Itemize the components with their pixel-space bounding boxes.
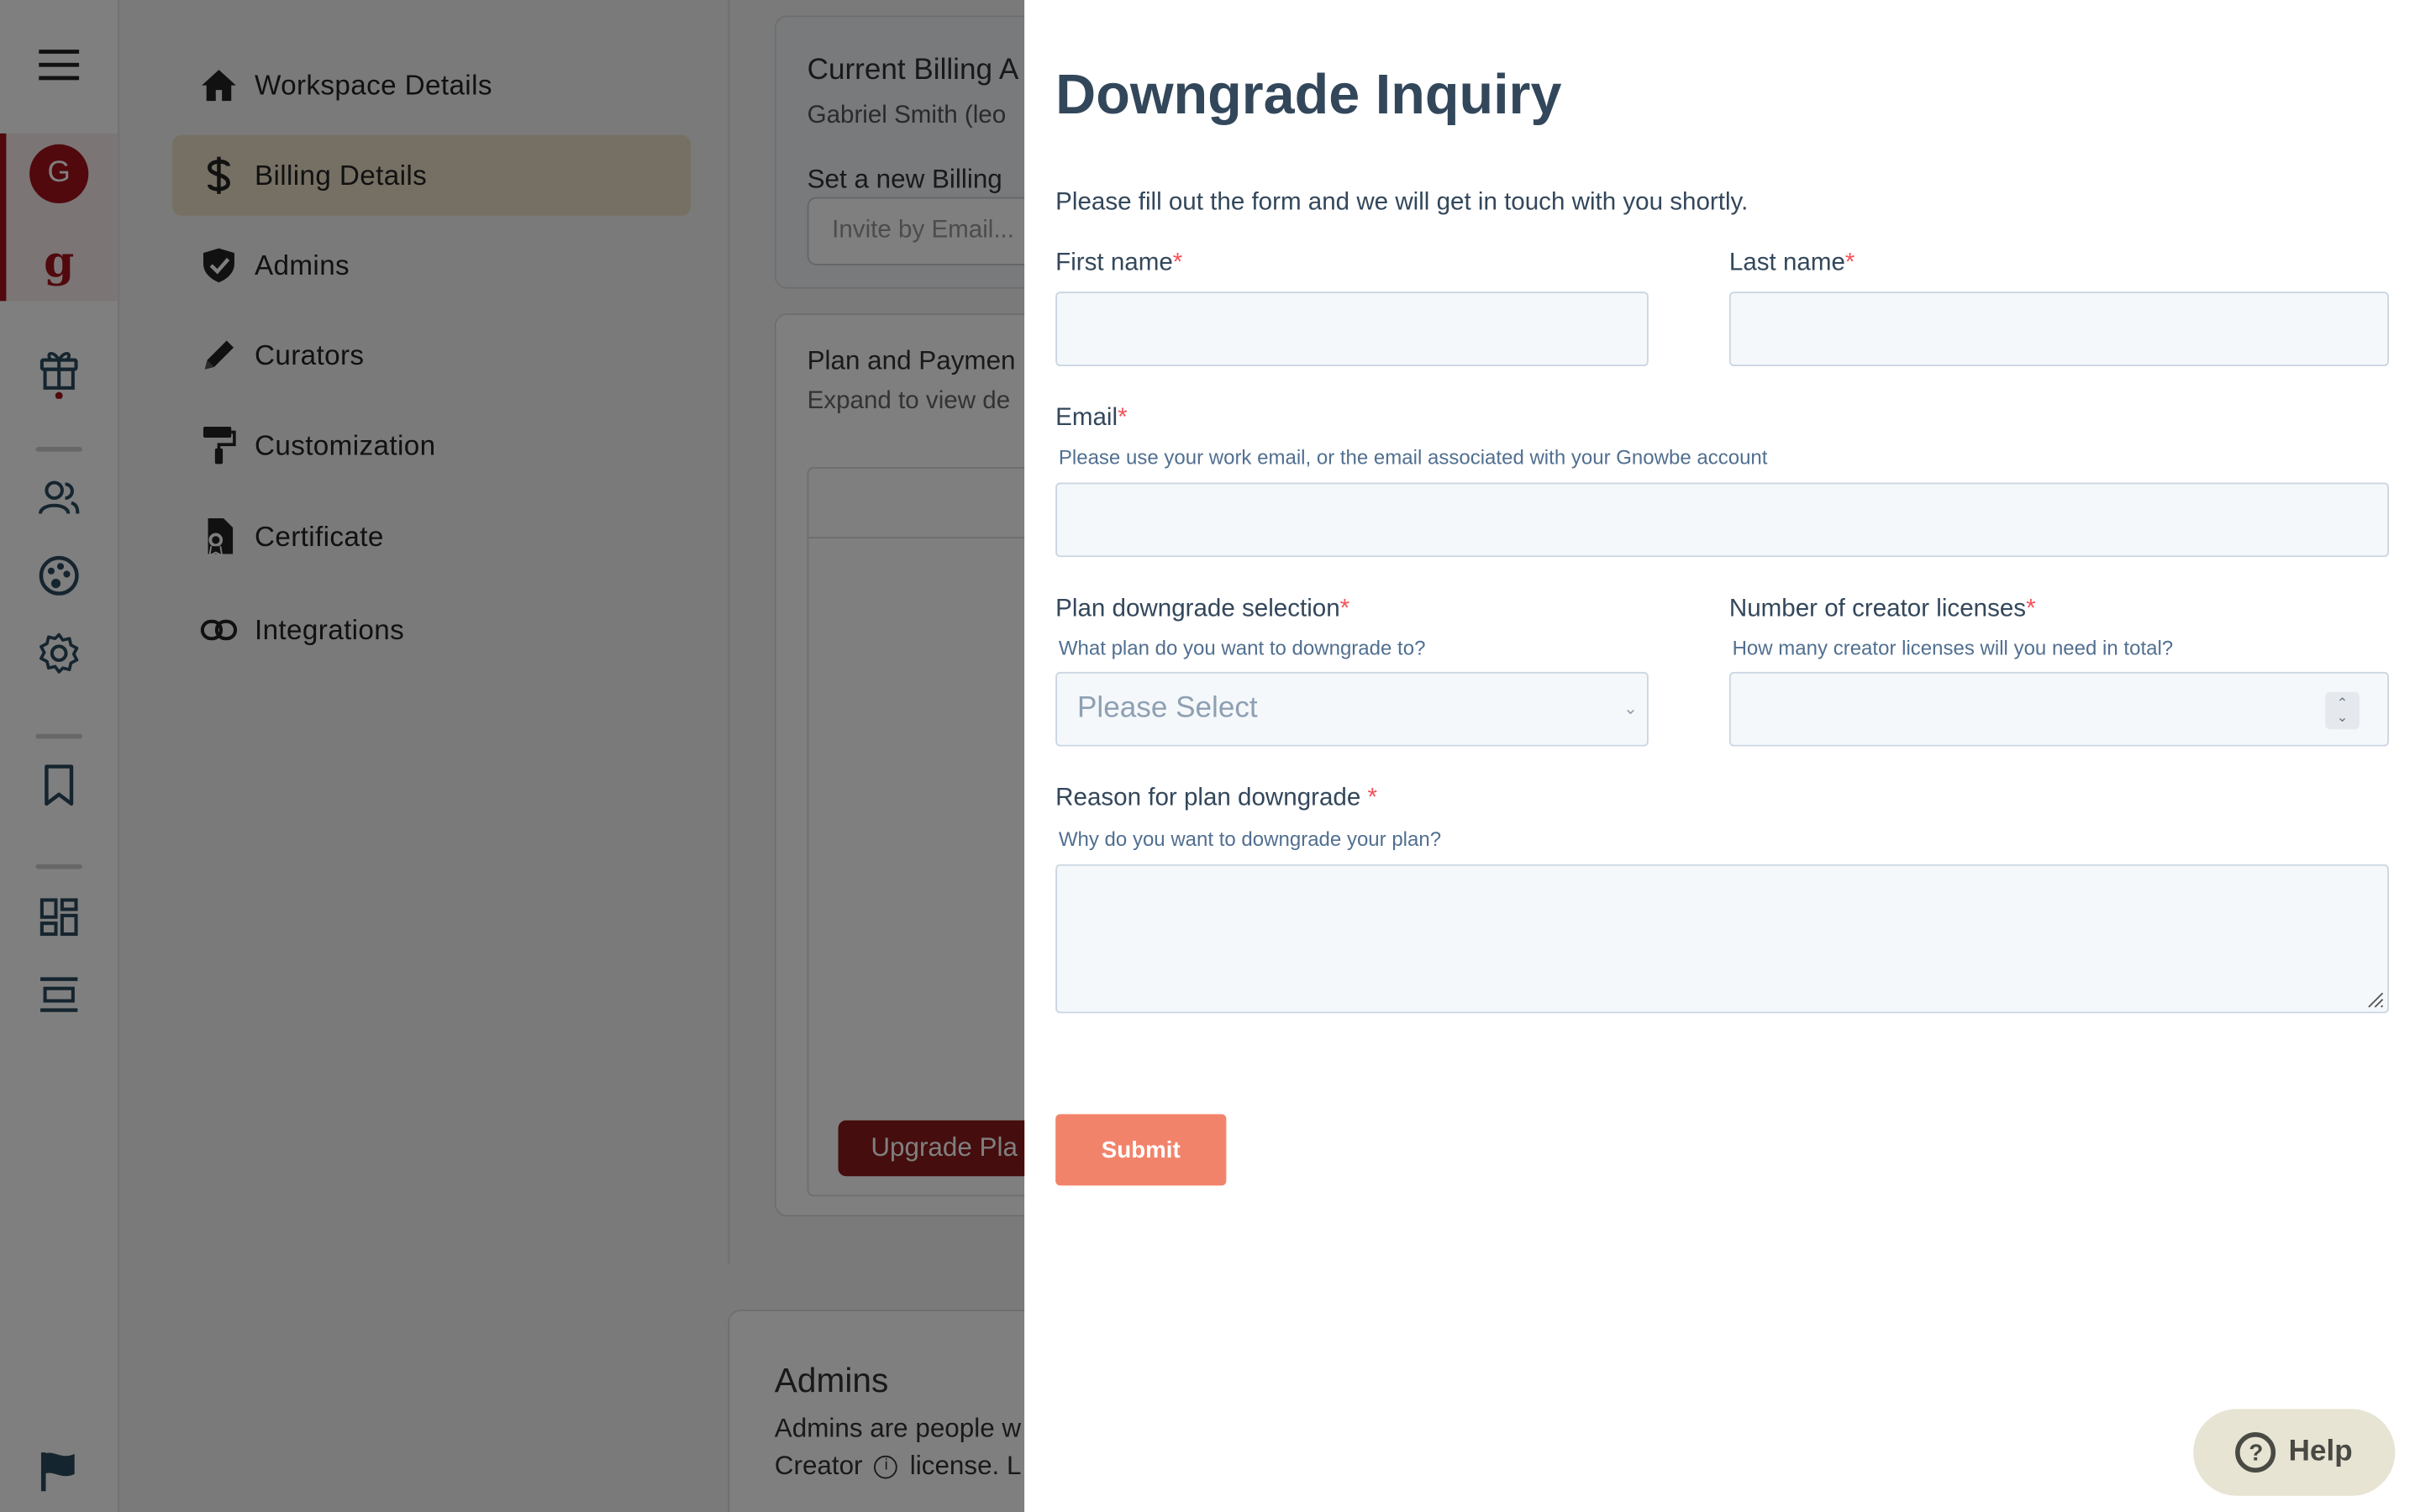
plan-selection-dropdown[interactable]: Please Select ⌄ bbox=[1055, 671, 1649, 747]
licenses-label: Number of creator licenses* bbox=[1728, 596, 2036, 622]
plan-selection-label: Plan downgrade selection* bbox=[1055, 596, 1350, 622]
modal-backdrop[interactable] bbox=[0, 0, 1025, 1512]
email-description: Please use your work email, or the email… bbox=[1058, 445, 1768, 469]
question-circle-icon: ? bbox=[2235, 1432, 2276, 1473]
downgrade-inquiry-panel: Downgrade Inquiry Please fill out the fo… bbox=[1024, 0, 2420, 1512]
email-label: Email* bbox=[1055, 405, 1128, 432]
chevron-down-icon: ⌄ bbox=[1623, 700, 1638, 719]
first-name-label: First name* bbox=[1055, 249, 1183, 276]
reason-description: Why do you want to downgrade your plan? bbox=[1058, 827, 1442, 851]
plan-selection-description: What plan do you want to downgrade to? bbox=[1058, 636, 1426, 660]
help-button[interactable]: ? Help bbox=[2193, 1409, 2396, 1496]
submit-button[interactable]: Submit bbox=[1055, 1114, 1227, 1186]
reason-textarea[interactable] bbox=[1055, 864, 2389, 1014]
licenses-number-input[interactable]: ⌃ ⌄ bbox=[1728, 671, 2389, 747]
last-name-input[interactable] bbox=[1728, 291, 2389, 366]
resize-handle-icon[interactable] bbox=[2365, 990, 2384, 1009]
number-stepper-icon[interactable]: ⌃ ⌄ bbox=[2325, 691, 2360, 730]
licenses-description: How many creator licenses will you need … bbox=[1732, 636, 2174, 660]
email-input[interactable] bbox=[1055, 482, 2389, 558]
form-title: Downgrade Inquiry bbox=[1055, 61, 1562, 126]
reason-label: Reason for plan downgrade * bbox=[1055, 785, 1378, 812]
first-name-input[interactable] bbox=[1055, 291, 1649, 366]
form-intro: Please fill out the form and we will get… bbox=[1055, 189, 1749, 216]
app-window: G g bbox=[0, 0, 2420, 1512]
last-name-label: Last name* bbox=[1728, 249, 1855, 276]
